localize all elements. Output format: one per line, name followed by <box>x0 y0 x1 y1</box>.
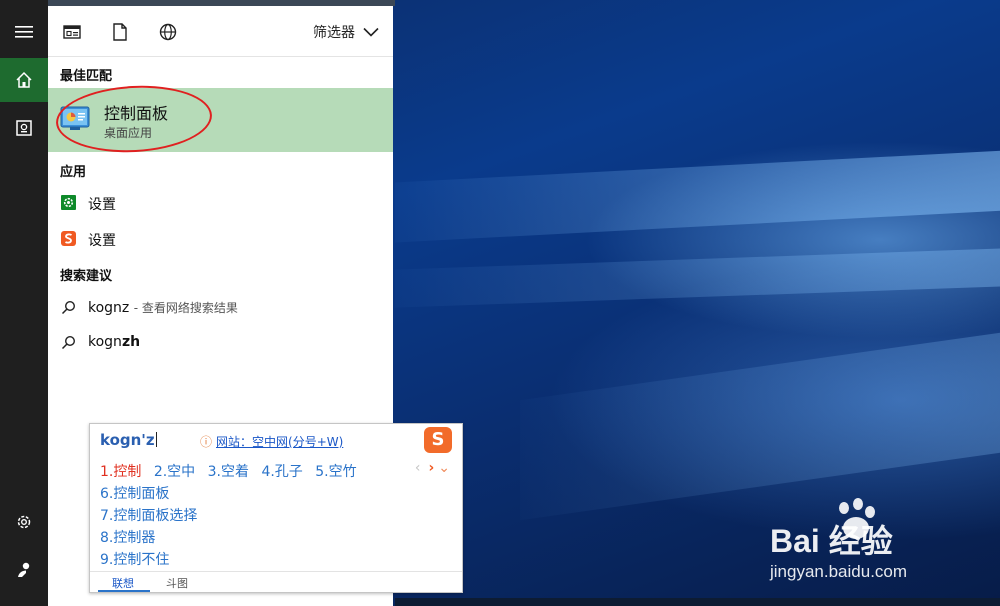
filter-dropdown[interactable]: 筛选器 <box>313 22 379 42</box>
hamburger-icon <box>15 26 33 38</box>
info-icon: ⓘ <box>200 435 213 449</box>
settings-button[interactable] <box>0 500 48 544</box>
app-result-label: 设置 <box>88 197 116 213</box>
feedback-person-icon <box>18 562 30 577</box>
taskbar-edge <box>395 598 1000 606</box>
ime-candidate[interactable]: 9.控制不住 <box>100 549 169 569</box>
best-match-heading: 最佳匹配 <box>60 69 113 84</box>
ime-pager: ‹ › ⌄ <box>415 460 450 476</box>
search-suggestions-heading: 搜索建议 <box>60 269 113 284</box>
ime-tab-indicator <box>98 590 150 592</box>
feedback-button[interactable] <box>0 548 48 592</box>
ime-candidate[interactable]: 7.控制面板选择 <box>100 505 197 525</box>
ime-website-hint[interactable]: ⓘ 网站：空中网(分号+W) <box>200 433 343 450</box>
suggestion-text: kognz - 查看网络搜索结果 <box>88 299 238 316</box>
ime-candidate-window: kogn'z ⓘ 网站：空中网(分号+W) S 1.控制 2.空中 3.空着 4.… <box>89 423 463 593</box>
text-caret <box>155 432 157 447</box>
ime-tab-bar: 联想 斗图 <box>90 571 462 592</box>
app-result-label: 设置 <box>88 233 116 249</box>
ime-composition: kogn'z <box>100 431 157 449</box>
ime-tab-meme[interactable]: 斗图 <box>166 575 188 591</box>
wallpaper-light-beam <box>520 330 1000 521</box>
ime-expand-button[interactable]: ⌄ <box>438 460 450 476</box>
ime-composition-text: kogn'z <box>100 431 155 449</box>
watermark-url: jingyan.baidu.com <box>770 562 908 581</box>
sogou-logo-icon[interactable]: S <box>424 427 452 453</box>
home-icon <box>16 71 32 88</box>
suggestion-text: kognzh <box>88 334 140 350</box>
suggestion-query-completion: zh <box>121 334 141 350</box>
ime-candidate[interactable]: 8.控制器 <box>100 527 155 547</box>
start-left-rail <box>0 0 48 606</box>
ime-next-page-button[interactable]: › <box>428 460 434 476</box>
search-icon <box>61 300 76 315</box>
ime-tab-association[interactable]: 联想 <box>112 575 134 591</box>
ime-candidate[interactable]: 6.控制面板 <box>100 483 169 503</box>
app-result-sogou-settings[interactable]: 设置 <box>48 222 393 256</box>
notebook-button[interactable] <box>0 106 48 150</box>
ime-candidate[interactable]: 1.控制 <box>100 464 141 480</box>
notebook-icon <box>16 120 32 136</box>
ime-candidate[interactable]: 4.孔子 <box>261 464 302 480</box>
ime-candidate[interactable]: 5.空竹 <box>315 464 356 480</box>
suggestion-query: kognz <box>88 300 130 316</box>
search-icon <box>61 335 76 350</box>
web-globe-icon[interactable] <box>158 22 178 42</box>
search-toolbar: 筛选器 <box>48 6 393 57</box>
gear-icon <box>17 515 31 529</box>
baidu-jingyan-watermark: Bai 经验 jingyan.baidu.com <box>770 498 1000 593</box>
suggestion-kognzh[interactable]: kognzh <box>48 326 393 360</box>
settings-green-icon <box>61 195 76 210</box>
ime-candidate[interactable]: 2.空中 <box>154 464 195 480</box>
suggestion-kognz[interactable]: kognz - 查看网络搜索结果 <box>48 291 393 325</box>
documents-filter-icon[interactable] <box>110 22 130 42</box>
wallpaper-light-beam <box>395 150 1000 243</box>
chevron-down-icon <box>363 27 379 37</box>
watermark-brand: Bai 经验 <box>770 523 893 559</box>
ime-prev-page-button[interactable]: ‹ <box>415 460 421 476</box>
apps-heading: 应用 <box>60 165 87 180</box>
ime-candidate-row: 1.控制 2.空中 3.空着 4.孔子 5.空竹 <box>100 461 365 481</box>
app-result-settings[interactable]: 设置 <box>48 186 393 220</box>
wallpaper-light-beam <box>395 248 1000 308</box>
suggestion-query-typed: kogn <box>88 334 122 350</box>
ime-candidate[interactable]: 3.空着 <box>208 464 249 480</box>
ime-website-link: 网站：空中网(分号+W) <box>216 435 344 449</box>
hamburger-menu-button[interactable] <box>0 10 48 54</box>
filter-label: 筛选器 <box>313 25 355 41</box>
suggestion-hint: - 查看网络搜索结果 <box>133 301 238 315</box>
home-button[interactable] <box>0 58 48 102</box>
sogou-settings-icon <box>61 231 76 246</box>
apps-filter-icon[interactable] <box>62 22 82 42</box>
